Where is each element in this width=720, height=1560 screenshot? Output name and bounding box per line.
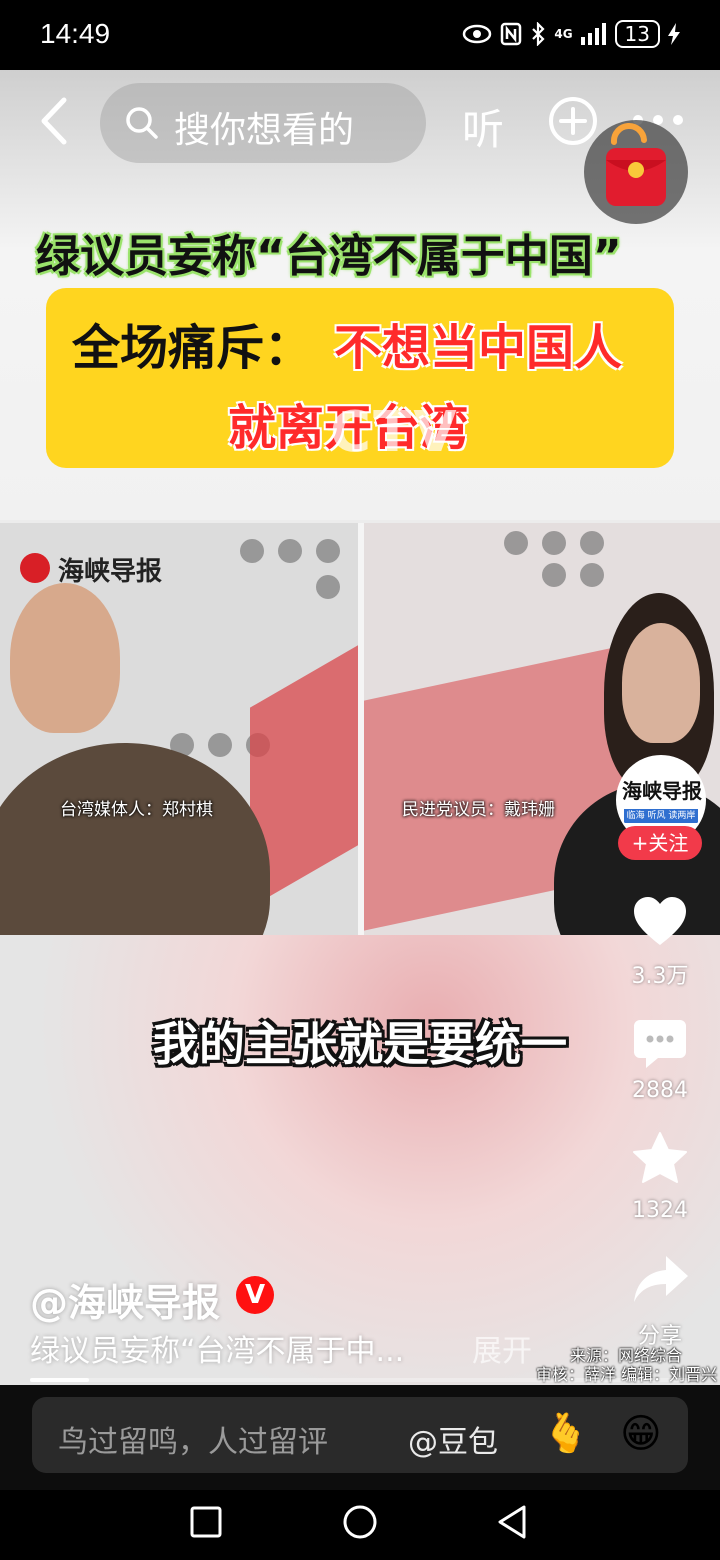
status-icons: 4G 13 [462, 20, 680, 48]
recent-apps-icon[interactable] [190, 1506, 222, 1538]
red-packet-button[interactable] [584, 120, 688, 224]
video-description[interactable]: 绿议员妄称“台湾不属于中... [30, 1326, 404, 1370]
follow-button[interactable]: +关注 [618, 826, 702, 860]
favorite-count: 1324 [632, 1198, 688, 1223]
expand-button[interactable]: 展开 [472, 1326, 532, 1370]
comment-count: 2884 [632, 1078, 688, 1103]
home-icon[interactable] [342, 1504, 378, 1540]
speaker-left-figure [0, 743, 270, 935]
caption-left: 台湾媒体人：郑村棋 [60, 800, 213, 820]
battery-level: 13 [614, 20, 660, 48]
bluetooth-icon [532, 22, 545, 46]
headline-line1: 绿议员妄称“台湾不属于中国” [36, 231, 622, 282]
video-progress-fill [30, 1378, 90, 1382]
share-arrow-icon[interactable] [632, 1254, 690, 1306]
comment-placeholder: 鸟过留鸣，人过留评 [58, 1425, 328, 1460]
comment-icon[interactable] [632, 1018, 688, 1070]
logo-mark-icon [20, 553, 50, 583]
comment-input[interactable]: 鸟过留鸣，人过留评 @豆包 🫰 😁 [32, 1397, 688, 1473]
avatar-logo-text: 海峡导报 [622, 779, 702, 803]
comment-bar: 鸟过留鸣，人过留评 @豆包 🫰 😁 [0, 1385, 720, 1490]
search-bar[interactable]: 搜你想看的 [100, 83, 426, 163]
listen-button[interactable]: 听 [462, 96, 504, 157]
video-panel-left: 海峡导报 台湾媒体人：郑村棋 [0, 523, 358, 935]
headline-red-text-1: 不想当中国人 [334, 320, 623, 376]
search-placeholder: 搜你想看的 [174, 110, 355, 151]
author-name[interactable]: @海峡导报 [30, 1272, 220, 1327]
nfc-icon [501, 22, 522, 46]
video-subtitle: 我的主张就是要统一 [153, 1017, 567, 1071]
like-heart-icon[interactable] [632, 895, 688, 947]
finger-heart-emoji-button[interactable]: 🫰 [542, 1411, 589, 1456]
status-bar: 14:49 4G 13 [0, 0, 720, 70]
favorite-star-icon[interactable] [631, 1131, 689, 1187]
eye-icon [463, 24, 492, 44]
like-count: 3.3万 [631, 964, 689, 989]
red-packet-icon [606, 122, 666, 206]
mention-doubao-button[interactable]: @豆包 [408, 1417, 498, 1461]
caption-right: 民进党议员：戴玮姗 [402, 800, 555, 820]
video-watermark: CTV [330, 400, 459, 465]
navigation-bar [0, 1490, 720, 1560]
video-panel-right: 民进党议员：戴玮姗 [364, 523, 720, 935]
video-player[interactable]: 绿议员妄称“台湾不属于中国” 全场痛斥： 不想当中国人 就离开台湾 海峡导报 台… [0, 70, 720, 1385]
status-time: 14:49 [40, 18, 111, 49]
video-progress-bar[interactable] [30, 1378, 690, 1382]
back-triangle-icon[interactable] [496, 1504, 528, 1540]
headline-black-text: 全场痛斥： [72, 320, 313, 376]
back-arrow-icon[interactable] [34, 96, 78, 146]
signal-icon [580, 23, 606, 45]
grin-emoji-button[interactable]: 😁 [620, 1411, 662, 1457]
source-line: 来源：网络综合 [570, 1346, 683, 1365]
search-icon [126, 107, 158, 139]
avatar-slogan: 临海 听风 读两岸 [624, 809, 698, 823]
network-label: 4G [554, 27, 573, 41]
verified-badge-icon: V [236, 1276, 274, 1314]
channel-logo: 海峡导报 [58, 557, 163, 587]
charging-icon [668, 23, 680, 45]
